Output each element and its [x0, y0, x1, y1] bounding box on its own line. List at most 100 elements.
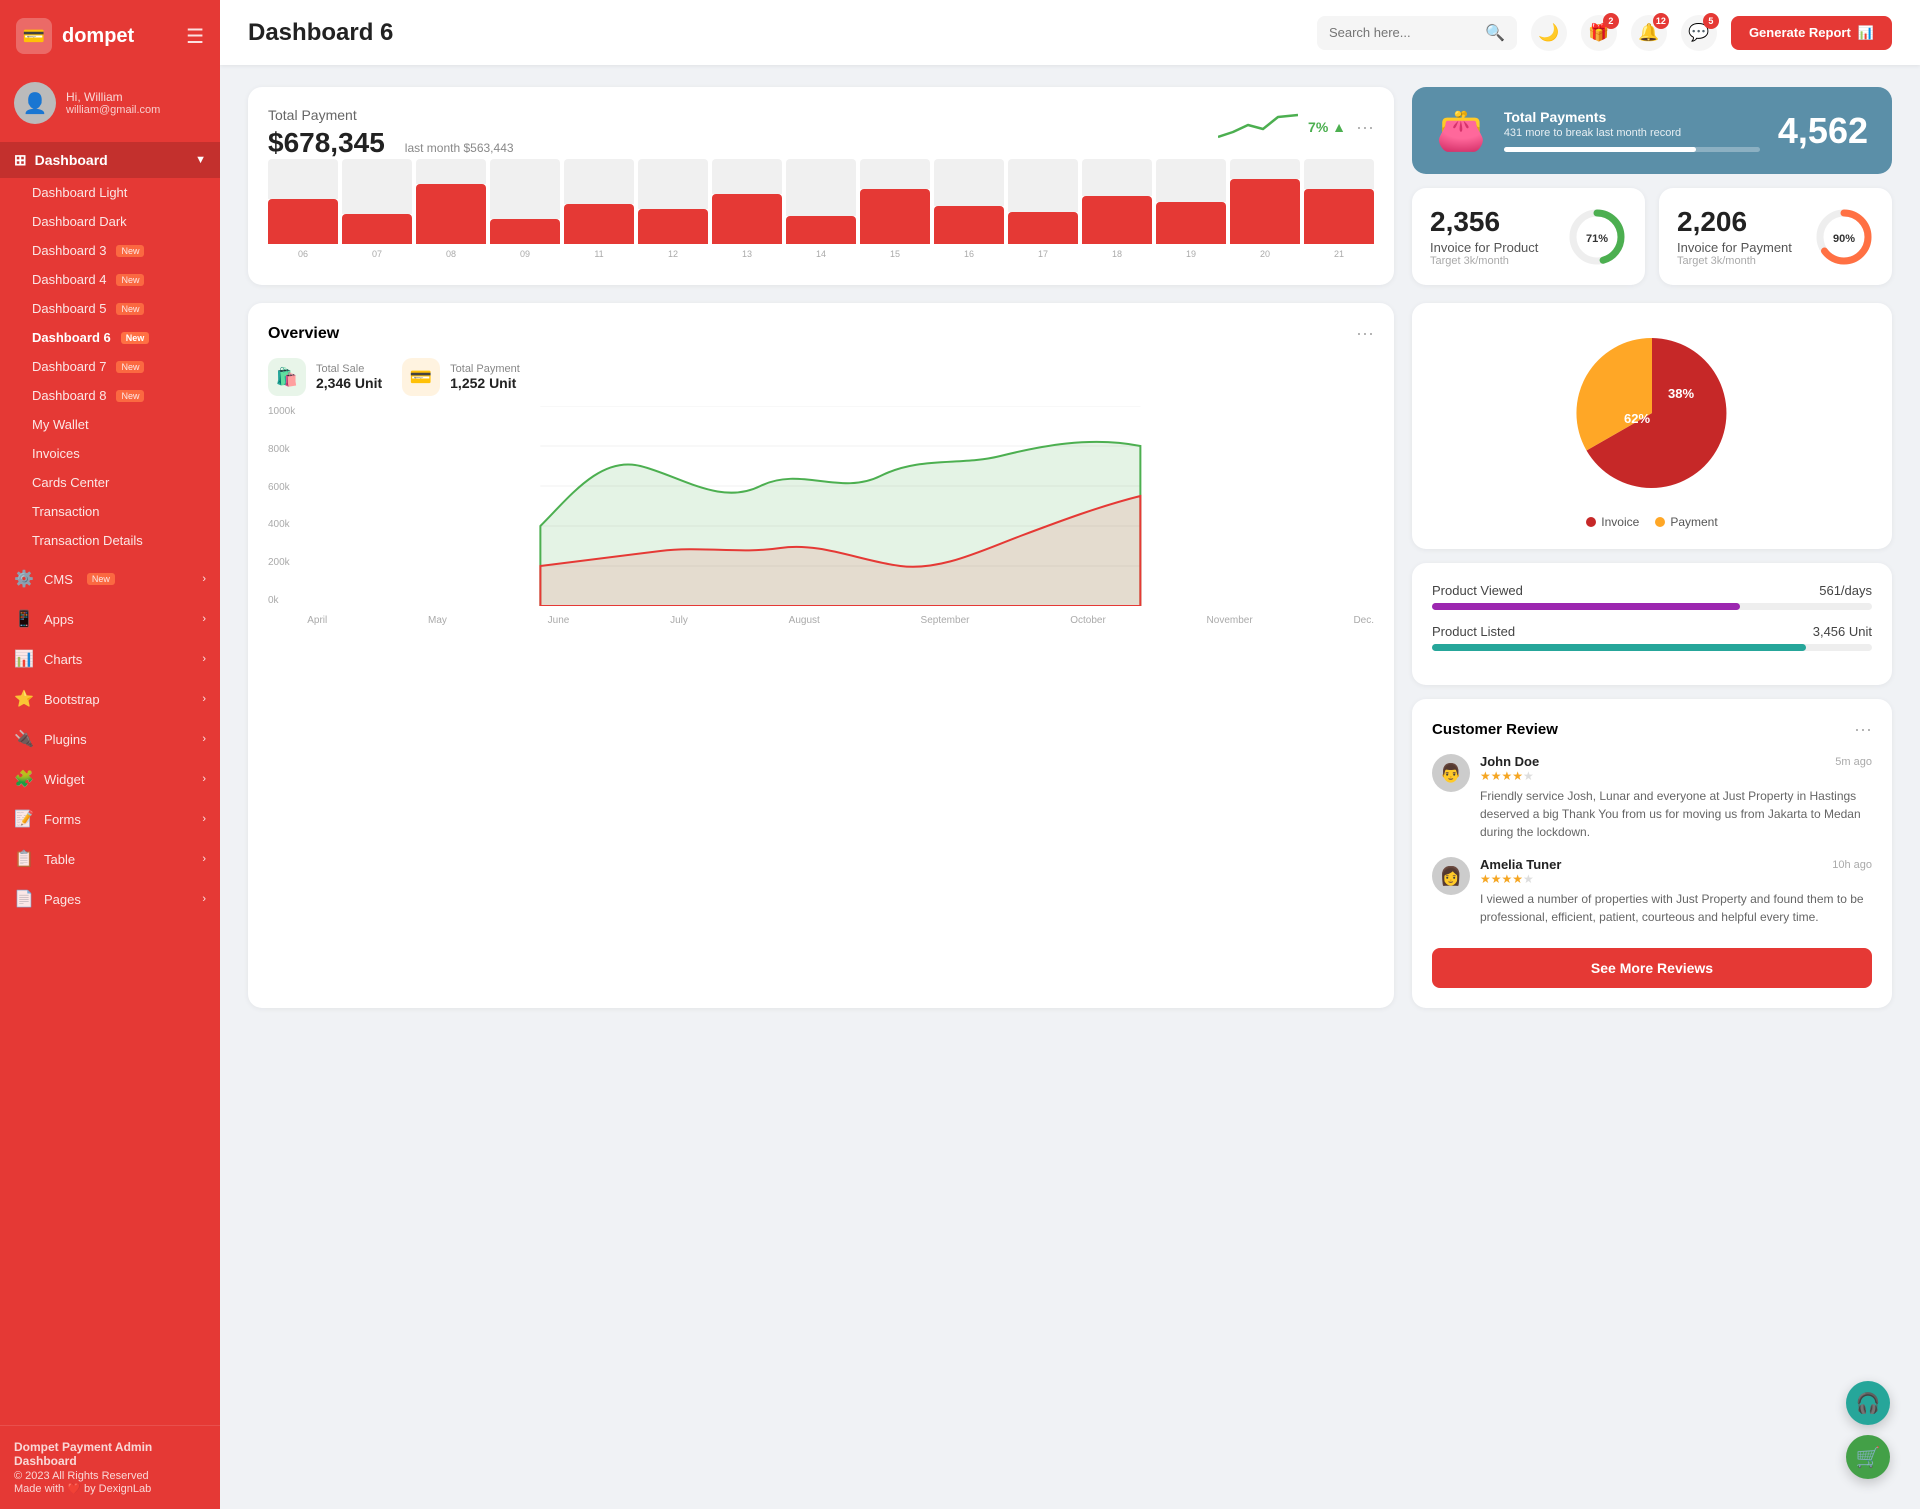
see-more-reviews-button[interactable]: See More Reviews: [1432, 948, 1872, 988]
search-icon: 🔍: [1485, 23, 1505, 43]
sidebar-item-cms[interactable]: ⚙️ CMS New ›: [0, 559, 220, 599]
user-profile: 👤 Hi, William william@gmail.com: [0, 72, 220, 138]
hamburger-icon[interactable]: ☰: [186, 24, 204, 49]
sidebar-item-dashboard-light[interactable]: Dashboard Light: [0, 178, 220, 207]
bar-value: [1156, 202, 1226, 244]
bar-column: 11: [564, 159, 634, 259]
bar-column: 14: [786, 159, 856, 259]
tp-blue-progress-bar: [1504, 147, 1696, 152]
review-item-2: 👩 Amelia Tuner 10h ago ★★★★★ I viewed a …: [1432, 857, 1872, 926]
sidebar-item-forms[interactable]: 📝 Forms ›: [0, 799, 220, 839]
total-payment-menu[interactable]: ···: [1356, 117, 1374, 138]
overview-header: Overview ···: [268, 323, 1374, 344]
table-arrow: ›: [202, 853, 206, 865]
forms-label: Forms: [44, 812, 81, 827]
total-payment-header: Total Payment $678,345 last month $563,4…: [268, 107, 1374, 159]
charts-arrow: ›: [202, 653, 206, 665]
invoice-product-donut: 71%: [1567, 207, 1627, 267]
bootstrap-icon: ⭐: [14, 689, 34, 709]
reviewer-1-name: John Doe: [1480, 754, 1539, 769]
support-float-button[interactable]: 🎧: [1846, 1381, 1890, 1425]
sidebar: 💳 dompet ☰ 👤 Hi, William william@gmail.c…: [0, 0, 220, 1509]
sidebar-item-charts[interactable]: 📊 Charts ›: [0, 639, 220, 679]
pie-chart: 62% 38%: [1542, 323, 1762, 503]
dashboard-group-header[interactable]: ⊞ Dashboard ▼: [0, 142, 220, 178]
bar-column: 09: [490, 159, 560, 259]
reviewer-1-avatar: 👨: [1432, 754, 1470, 792]
overview-stats: 🛍️ Total Sale 2,346 Unit 💳 Total Payment…: [268, 358, 1374, 396]
review-menu[interactable]: ···: [1854, 719, 1872, 740]
search-input[interactable]: [1329, 25, 1477, 40]
sidebar-item-dashboard-6[interactable]: Dashboard 6 New: [0, 323, 220, 352]
chat-btn[interactable]: 💬 5: [1681, 15, 1717, 51]
sidebar-item-plugins[interactable]: 🔌 Plugins ›: [0, 719, 220, 759]
bell-btn[interactable]: 🔔 12: [1631, 15, 1667, 51]
sidebar-item-transaction-details[interactable]: Transaction Details: [0, 526, 220, 555]
product-listed-bar: [1432, 644, 1806, 651]
bar-value: [1230, 179, 1300, 244]
bar-value: [638, 209, 708, 244]
svg-text:90%: 90%: [1833, 233, 1855, 245]
main-area: Dashboard 6 🔍 🌙 🎁 2 🔔 12 💬 5 Generate Re…: [220, 0, 1920, 1509]
sidebar-footer: Dompet Payment Admin Dashboard © 2023 Al…: [0, 1425, 220, 1509]
badge-new: New: [116, 361, 144, 373]
sidebar-item-dashboard-dark[interactable]: Dashboard Dark: [0, 207, 220, 236]
sidebar-item-table[interactable]: 📋 Table ›: [0, 839, 220, 879]
sidebar-item-apps[interactable]: 📱 Apps ›: [0, 599, 220, 639]
cart-float-button[interactable]: 🛒: [1846, 1435, 1890, 1479]
sale-label: Total Sale: [316, 363, 382, 375]
bar-column: 20: [1230, 159, 1300, 259]
bar-value: [860, 189, 930, 244]
bar-value: [1008, 212, 1078, 244]
pie-chart-card: 62% 38% Invoice Payment: [1412, 303, 1892, 549]
sidebar-item-bootstrap[interactable]: ⭐ Bootstrap ›: [0, 679, 220, 719]
overview-menu[interactable]: ···: [1356, 323, 1374, 344]
user-greeting: Hi, William: [66, 90, 160, 104]
reviewer-2-name: Amelia Tuner: [1480, 857, 1561, 872]
sidebar-item-my-wallet[interactable]: My Wallet: [0, 410, 220, 439]
moon-icon: 🌙: [1538, 23, 1559, 43]
product-listed-value: 3,456 Unit: [1813, 624, 1872, 639]
pages-label: Pages: [44, 892, 81, 907]
cms-label: CMS: [44, 572, 73, 587]
invoice-payment-label: Invoice for Payment: [1677, 240, 1792, 255]
dashboard-nav-section: ⊞ Dashboard ▼ Dashboard Light Dashboard …: [0, 138, 220, 559]
pages-icon: 📄: [14, 889, 34, 909]
gift-btn[interactable]: 🎁 2: [1581, 15, 1617, 51]
total-payment-stat: 💳 Total Payment 1,252 Unit: [402, 358, 520, 396]
forms-arrow: ›: [202, 813, 206, 825]
bar-column: 16: [934, 159, 1004, 259]
overview-title: Overview: [268, 325, 339, 343]
bar-column: 15: [860, 159, 930, 259]
sidebar-item-dashboard-8[interactable]: Dashboard 8 New: [0, 381, 220, 410]
sidebar-item-dashboard-3[interactable]: Dashboard 3 New: [0, 236, 220, 265]
trend-sparkline: [1218, 107, 1298, 147]
footer-made: Made with ❤️ by DexignLab: [14, 1482, 206, 1495]
theme-toggle-btn[interactable]: 🌙: [1531, 15, 1567, 51]
sidebar-menu: ⚙️ CMS New › 📱 Apps › 📊 Charts › ⭐ Boots…: [0, 559, 220, 919]
bar-column: 18: [1082, 159, 1152, 259]
sidebar-item-widget[interactable]: 🧩 Widget ›: [0, 759, 220, 799]
logo-icon: 💳: [16, 18, 52, 54]
sidebar-item-cards-center[interactable]: Cards Center: [0, 468, 220, 497]
sidebar-item-pages[interactable]: 📄 Pages ›: [0, 879, 220, 919]
bar-value: [934, 206, 1004, 244]
sidebar-item-dashboard-5[interactable]: Dashboard 5 New: [0, 294, 220, 323]
sidebar-item-invoices[interactable]: Invoices: [0, 439, 220, 468]
dashboard-icon: ⊞: [14, 151, 27, 169]
sidebar-item-dashboard-4[interactable]: Dashboard 4 New: [0, 265, 220, 294]
badge-new: New: [116, 303, 144, 315]
sidebar-logo: 💳 dompet ☰: [0, 0, 220, 72]
product-viewed-value: 561/days: [1819, 583, 1872, 598]
sidebar-item-transaction[interactable]: Transaction: [0, 497, 220, 526]
widget-icon: 🧩: [14, 769, 34, 789]
bar-value: [268, 199, 338, 244]
review-title: Customer Review: [1432, 721, 1558, 738]
total-payments-blue-card: 👛 Total Payments 431 more to break last …: [1412, 87, 1892, 174]
bootstrap-label: Bootstrap: [44, 692, 100, 707]
user-email: william@gmail.com: [66, 104, 160, 116]
sidebar-item-dashboard-7[interactable]: Dashboard 7 New: [0, 352, 220, 381]
generate-report-button[interactable]: Generate Report 📊: [1731, 16, 1892, 50]
reviewer-1-text: Friendly service Josh, Lunar and everyon…: [1480, 787, 1872, 841]
search-box[interactable]: 🔍: [1317, 16, 1517, 50]
